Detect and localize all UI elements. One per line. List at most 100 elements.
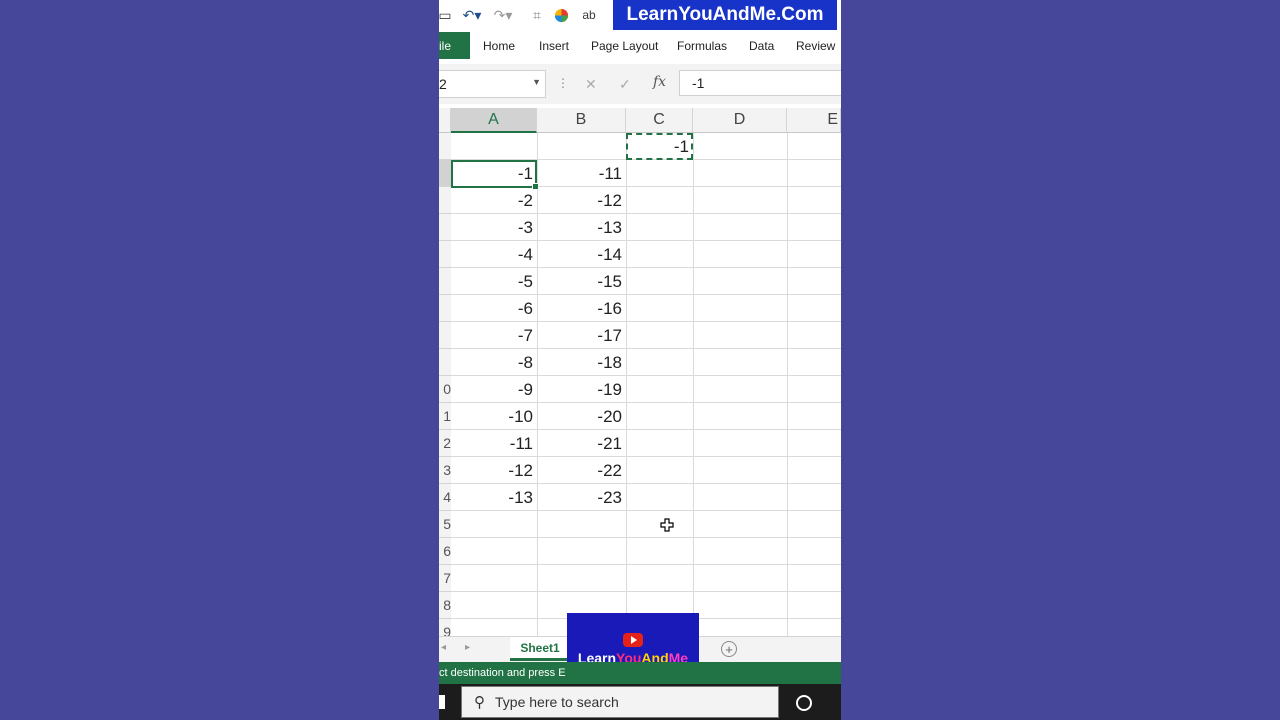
name-box[interactable]: 2 ▼: [439, 70, 546, 98]
taskbar-search[interactable]: ⚲ Type here to search: [461, 686, 779, 718]
gridline: [693, 133, 694, 636]
name-box-value: 2: [439, 76, 447, 92]
gridline: [451, 564, 841, 565]
background-right: [841, 0, 1280, 720]
status-bar: ct destination and press E: [439, 662, 841, 684]
cell-b8[interactable]: -17: [537, 322, 626, 349]
enter-icon[interactable]: ✓: [619, 76, 631, 93]
row-header[interactable]: [439, 133, 451, 160]
spreadsheet-grid[interactable]: A B C D E -1 0 1 2 3 4 5 6 7 8 9 -1 -11 -2 -12 -3 -13 -4…: [439, 108, 841, 646]
gridline: [626, 133, 627, 636]
row-header[interactable]: [439, 268, 451, 295]
cell-a6[interactable]: -5: [451, 268, 537, 295]
cell-b12[interactable]: -21: [537, 430, 626, 457]
column-header-e[interactable]: E: [787, 108, 841, 133]
gridline: [451, 591, 841, 592]
row-header[interactable]: [439, 187, 451, 214]
formula-bar-separator: ⋮: [557, 76, 569, 90]
gridline: [787, 133, 788, 636]
cell-a13[interactable]: -12: [451, 457, 537, 484]
quick-access-toolbar: ▭ ↶▾ ↷▾ ⌗ ab LearnYouAndMe.Com: [439, 0, 841, 32]
tab-formulas[interactable]: Formulas: [677, 32, 727, 59]
format-painter-icon[interactable]: ⌗: [529, 6, 545, 24]
row-header[interactable]: [439, 241, 451, 268]
background-left: [0, 0, 439, 720]
cell-b3[interactable]: -12: [537, 187, 626, 214]
search-icon: ⚲: [474, 694, 485, 711]
row-header[interactable]: 5: [439, 511, 451, 538]
scroll-left-icon[interactable]: ◂: [441, 642, 446, 653]
chevron-down-icon[interactable]: ▼: [532, 77, 541, 87]
windows-start-icon[interactable]: [439, 695, 445, 709]
cortana-icon[interactable]: [796, 695, 812, 711]
save-icon[interactable]: ▭: [439, 6, 452, 24]
column-header-b[interactable]: B: [537, 108, 626, 133]
cell-a8[interactable]: -7: [451, 322, 537, 349]
cell-b7[interactable]: -16: [537, 295, 626, 322]
cell-a9[interactable]: -8: [451, 349, 537, 376]
cell-b2[interactable]: -11: [537, 160, 626, 187]
scroll-right-icon[interactable]: ▸: [465, 642, 470, 653]
tab-insert[interactable]: Insert: [539, 32, 569, 59]
cell-a14[interactable]: -13: [451, 484, 537, 511]
add-sheet-icon[interactable]: +: [721, 641, 737, 657]
color-wheel-icon[interactable]: [553, 6, 569, 24]
cell-a10[interactable]: -9: [451, 376, 537, 403]
cell-b10[interactable]: -19: [537, 376, 626, 403]
cell-a7[interactable]: -6: [451, 295, 537, 322]
status-text: ct destination and press E: [439, 667, 566, 679]
row-header[interactable]: 0: [439, 376, 451, 403]
tab-sheet1[interactable]: Sheet1: [510, 637, 570, 661]
spelling-icon[interactable]: ab: [581, 6, 597, 24]
row-header[interactable]: [439, 322, 451, 349]
row-header[interactable]: 4: [439, 484, 451, 511]
cell-b11[interactable]: -20: [537, 403, 626, 430]
formula-input[interactable]: -1: [679, 70, 841, 96]
tab-home[interactable]: Home: [483, 32, 515, 59]
cell-b5[interactable]: -14: [537, 241, 626, 268]
row-header[interactable]: 2: [439, 430, 451, 457]
youtube-icon: [623, 633, 643, 647]
cancel-icon[interactable]: ✕: [585, 76, 597, 93]
cell-a3[interactable]: -2: [451, 187, 537, 214]
cell-b9[interactable]: -18: [537, 349, 626, 376]
tab-review[interactable]: Review: [796, 32, 835, 59]
row-header[interactable]: [439, 160, 451, 187]
cell-a5[interactable]: -4: [451, 241, 537, 268]
cell-b13[interactable]: -22: [537, 457, 626, 484]
insert-function-icon[interactable]: fx: [653, 74, 666, 90]
redo-icon[interactable]: ↷▾: [493, 6, 513, 24]
cell-a12[interactable]: -11: [451, 430, 537, 457]
cell-a11[interactable]: -10: [451, 403, 537, 430]
search-placeholder: Type here to search: [495, 694, 619, 710]
tab-file[interactable]: ile: [439, 32, 470, 59]
excel-window: ▭ ↶▾ ↷▾ ⌗ ab LearnYouAndMe.Com ile Home …: [439, 0, 841, 720]
watermark-banner: LearnYouAndMe.Com: [613, 0, 837, 30]
row-header[interactable]: [439, 214, 451, 241]
row-header[interactable]: [439, 295, 451, 322]
select-all-corner[interactable]: [439, 108, 451, 133]
active-cell[interactable]: [451, 160, 539, 190]
cell-b14[interactable]: -23: [537, 484, 626, 511]
tab-data[interactable]: Data: [749, 32, 774, 59]
row-header[interactable]: 7: [439, 565, 451, 592]
undo-icon[interactable]: ↶▾: [461, 6, 483, 24]
row-header[interactable]: 3: [439, 457, 451, 484]
cell-b6[interactable]: -15: [537, 268, 626, 295]
row-header[interactable]: [439, 349, 451, 376]
row-header[interactable]: 6: [439, 538, 451, 565]
windows-taskbar: ⚲ Type here to search: [439, 684, 841, 720]
formula-bar: 2 ▼ ⋮ ✕ ✓ fx -1: [439, 64, 841, 104]
column-header-d[interactable]: D: [693, 108, 787, 133]
gridline: [451, 537, 841, 538]
column-header-c[interactable]: C: [626, 108, 693, 133]
row-header[interactable]: 8: [439, 592, 451, 619]
cell-a4[interactable]: -3: [451, 214, 537, 241]
cell-cursor-icon: [660, 518, 674, 532]
column-header-a[interactable]: A: [451, 108, 537, 133]
copy-marquee: [626, 133, 693, 160]
tab-page-layout[interactable]: Page Layout: [591, 32, 658, 59]
fill-handle[interactable]: [532, 183, 539, 190]
row-header[interactable]: 1: [439, 403, 451, 430]
cell-b4[interactable]: -13: [537, 214, 626, 241]
